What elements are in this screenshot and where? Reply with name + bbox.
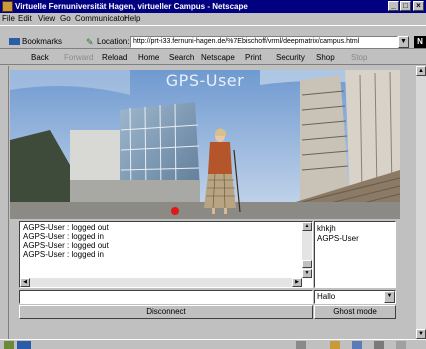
- forward-button: Forward: [64, 53, 94, 62]
- close-button[interactable]: ×: [413, 1, 424, 11]
- menu-edit[interactable]: Edit: [18, 14, 32, 24]
- security-lock-icon[interactable]: [4, 341, 14, 349]
- newsgroups-icon[interactable]: [352, 341, 362, 349]
- netscape-throbber-icon: N: [414, 36, 426, 48]
- navigator-icon[interactable]: [296, 341, 306, 349]
- chat-line: AGPS-User : logged out: [23, 241, 109, 250]
- ghost-mode-button[interactable]: Ghost mode: [314, 305, 396, 319]
- search-button[interactable]: Search: [169, 52, 194, 63]
- location-toolbar: Bookmarks ✎ Location: http://prt-i33.fer…: [0, 25, 426, 49]
- menu-bar: File Edit View Go Communicator Help: [0, 13, 426, 24]
- security-button[interactable]: Security: [276, 52, 305, 63]
- title-bar: Virtuelle Fernuniversität Hagen, virtuel…: [0, 0, 426, 13]
- bookmarks-icon: [9, 38, 20, 45]
- menu-communicator[interactable]: Communicator: [75, 14, 127, 24]
- window-title: Virtuelle Fernuniversität Hagen, virtuel…: [15, 2, 248, 11]
- chat-scroll-left-icon[interactable]: ◀: [20, 278, 30, 287]
- user-list-item[interactable]: AGPS-User: [317, 234, 359, 243]
- minimize-button[interactable]: _: [388, 1, 399, 11]
- chat-scroll-up-icon[interactable]: ▲: [302, 222, 312, 231]
- location-page-icon[interactable]: ✎: [86, 37, 94, 47]
- greeting-selected-value: Hallo: [317, 292, 336, 301]
- menu-help[interactable]: Help: [124, 14, 140, 24]
- status-bar: [0, 339, 426, 349]
- home-button[interactable]: Home: [138, 52, 159, 63]
- url-input[interactable]: http://prt-i33.fernuni-hagen.de/%7Ebisch…: [130, 36, 398, 48]
- greeting-select[interactable]: Hallo ▼: [314, 290, 396, 304]
- menu-view[interactable]: View: [38, 14, 55, 24]
- netscape-button[interactable]: Netscape: [201, 52, 235, 63]
- location-label: Location:: [97, 37, 130, 46]
- url-dropdown-button[interactable]: ▼: [398, 36, 409, 48]
- scene-title: GPS-User: [165, 71, 245, 90]
- chevron-down-icon[interactable]: ▼: [384, 291, 395, 303]
- mail-icon[interactable]: [330, 341, 340, 349]
- composer-icon[interactable]: [396, 341, 406, 349]
- campus-scene-image: [10, 70, 400, 219]
- chat-line: AGPS-User : logged in: [23, 250, 104, 259]
- user-list-item[interactable]: khkjh: [317, 224, 336, 233]
- chat-horizontal-scrollbar[interactable]: ◀ ▶: [20, 278, 302, 287]
- bookmarks-button[interactable]: Bookmarks: [22, 37, 62, 47]
- netscape-app-icon[interactable]: [2, 1, 13, 12]
- connection-status-icon: [17, 341, 31, 349]
- scroll-down-arrow-icon[interactable]: ▼: [416, 329, 426, 339]
- maximize-button[interactable]: □: [400, 1, 411, 11]
- reload-button[interactable]: Reload: [102, 52, 127, 63]
- shop-button[interactable]: Shop: [316, 52, 335, 63]
- chat-scroll-right-icon[interactable]: ▶: [292, 278, 302, 287]
- chat-vertical-scrollbar[interactable]: ▲ ▼: [302, 222, 312, 278]
- disconnect-button[interactable]: Disconnect: [19, 305, 313, 319]
- menu-file[interactable]: File: [2, 14, 15, 24]
- scroll-up-arrow-icon[interactable]: ▲: [416, 66, 426, 76]
- user-list[interactable]: khkjh AGPS-User: [314, 221, 396, 288]
- stop-button: Stop: [351, 53, 368, 62]
- page-scrollbar[interactable]: ▲ ▼: [416, 66, 426, 339]
- print-button[interactable]: Print: [245, 52, 261, 63]
- navigation-toolbar: Back Forward Reload Home Search Netscape…: [0, 50, 426, 65]
- chat-line: AGPS-User : logged in: [23, 232, 104, 241]
- chat-line: AGPS-User : logged out: [23, 223, 109, 232]
- chat-message-input[interactable]: [19, 290, 313, 304]
- back-button[interactable]: Back: [31, 52, 49, 63]
- address-book-icon[interactable]: [374, 341, 384, 349]
- chat-scroll-down-icon[interactable]: ▼: [302, 269, 312, 278]
- menu-go[interactable]: Go: [60, 14, 71, 24]
- chat-log[interactable]: AGPS-User : logged out AGPS-User : logge…: [19, 221, 313, 288]
- vrml-scene[interactable]: GPS-User: [10, 70, 400, 219]
- chat-scroll-thumb[interactable]: [302, 260, 312, 268]
